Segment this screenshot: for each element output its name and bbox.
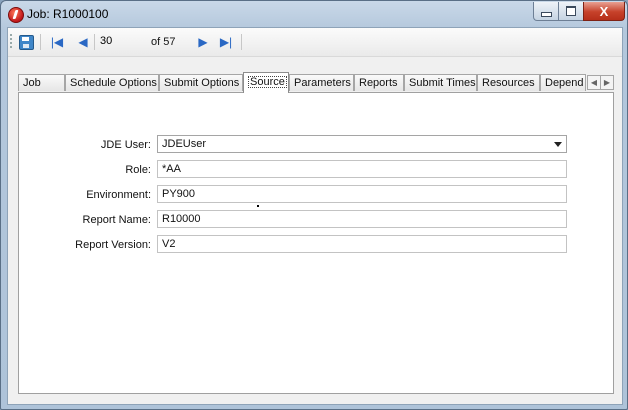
tab-label: Reports bbox=[359, 77, 398, 89]
tab-label: Job bbox=[23, 77, 41, 89]
tab-source[interactable]: Source bbox=[243, 72, 289, 93]
report-version-row: Report Version: bbox=[19, 235, 613, 255]
maximize-icon bbox=[566, 6, 576, 16]
tab-schedule-options[interactable]: Schedule Options bbox=[65, 74, 159, 91]
jde-user-row: JDE User: JDEUser bbox=[19, 135, 613, 155]
tab-label: Schedule Options bbox=[70, 77, 157, 89]
toolbar-separator bbox=[241, 34, 242, 50]
close-button[interactable]: X bbox=[583, 2, 625, 21]
jde-user-select[interactable]: JDEUser bbox=[157, 135, 567, 153]
previous-record-icon: ◀ bbox=[78, 35, 88, 49]
role-input[interactable] bbox=[157, 160, 567, 178]
tab-label: Depend bbox=[545, 77, 584, 89]
app-window: Job: R1000100 X |◀ ◀ of 57 ▶ ▶| Job Sche… bbox=[0, 0, 628, 410]
tab-strip: Job Schedule Options Submit Options Sour… bbox=[18, 72, 614, 93]
save-button[interactable] bbox=[18, 33, 34, 51]
tab-submit-options[interactable]: Submit Options bbox=[159, 74, 243, 91]
report-name-input[interactable] bbox=[157, 210, 567, 228]
tab-parameters[interactable]: Parameters bbox=[289, 74, 354, 91]
toolbar-grip-icon[interactable] bbox=[10, 34, 12, 50]
tab-resources[interactable]: Resources bbox=[477, 74, 540, 91]
record-count-label: of 57 bbox=[151, 36, 176, 48]
cursor-dot bbox=[257, 205, 259, 207]
first-record-button[interactable]: |◀ bbox=[50, 33, 64, 51]
role-row: Role: bbox=[19, 160, 613, 180]
jde-user-label: JDE User: bbox=[100, 139, 151, 151]
tab-scroll-right-icon[interactable]: ▶ bbox=[600, 75, 614, 90]
previous-record-button[interactable]: ◀ bbox=[76, 33, 90, 51]
tab-label: Source bbox=[248, 76, 287, 88]
tab-label: Parameters bbox=[294, 77, 351, 89]
environment-row: Environment: bbox=[19, 185, 613, 205]
last-record-icon: ▶| bbox=[219, 35, 233, 49]
environment-input[interactable] bbox=[157, 185, 567, 203]
report-version-label: Report Version: bbox=[75, 239, 151, 251]
report-name-label: Report Name: bbox=[82, 214, 151, 226]
environment-label: Environment: bbox=[86, 189, 151, 201]
next-record-icon: ▶ bbox=[198, 35, 208, 49]
tab-submit-times[interactable]: Submit Times bbox=[404, 74, 477, 91]
minimize-icon bbox=[540, 11, 552, 17]
record-number-input[interactable] bbox=[98, 33, 148, 49]
tab-label: Submit Options bbox=[164, 77, 240, 89]
tab-label: Resources bbox=[482, 77, 535, 89]
jde-user-value: JDEUser bbox=[162, 138, 207, 150]
report-version-input[interactable] bbox=[157, 235, 567, 253]
tab-label: Submit Times bbox=[409, 77, 476, 89]
maximize-button[interactable] bbox=[558, 2, 584, 21]
next-record-button[interactable]: ▶ bbox=[196, 33, 210, 51]
report-name-row: Report Name: bbox=[19, 210, 613, 230]
tab-depend[interactable]: Depend bbox=[540, 74, 586, 91]
save-icon bbox=[18, 34, 34, 50]
role-label: Role: bbox=[125, 164, 151, 176]
tab-scroll-left-icon[interactable]: ◀ bbox=[587, 75, 601, 90]
toolbar-separator bbox=[40, 34, 41, 50]
last-record-button[interactable]: ▶| bbox=[219, 33, 233, 51]
minimize-button[interactable] bbox=[533, 2, 559, 21]
app-logo-icon bbox=[8, 7, 24, 23]
window-title: Job: R1000100 bbox=[27, 7, 109, 21]
title-bar[interactable]: Job: R1000100 X bbox=[1, 1, 627, 27]
chevron-down-icon[interactable] bbox=[554, 142, 562, 147]
first-record-icon: |◀ bbox=[50, 35, 64, 49]
close-icon: X bbox=[599, 3, 609, 19]
record-toolbar: |◀ ◀ of 57 ▶ ▶| bbox=[8, 28, 622, 57]
toolbar-separator bbox=[94, 34, 95, 50]
tab-job[interactable]: Job bbox=[18, 74, 65, 91]
source-panel: JDE User: JDEUser Role: Environment: Rep… bbox=[18, 92, 614, 394]
main-content: |◀ ◀ of 57 ▶ ▶| Job Schedule Options Sub… bbox=[7, 27, 623, 405]
tab-reports[interactable]: Reports bbox=[354, 74, 404, 91]
